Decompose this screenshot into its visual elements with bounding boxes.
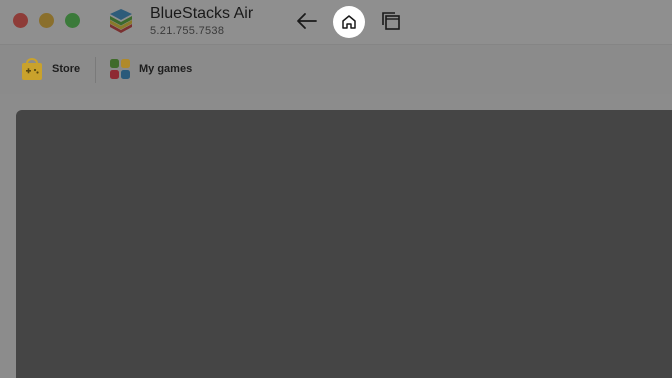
home-button[interactable] xyxy=(333,6,365,38)
my-games-button[interactable]: My games xyxy=(109,56,192,82)
store-label: Store xyxy=(52,63,81,75)
app-grid-icon xyxy=(110,59,130,79)
maximize-window-button[interactable] xyxy=(65,13,80,28)
gamepad-bag-icon xyxy=(22,58,42,80)
app-window: BlueStacks Air 5.21.755.7538 Store My ga… xyxy=(0,0,672,378)
app-title: BlueStacks Air xyxy=(150,5,254,22)
store-button[interactable]: Store xyxy=(20,56,80,82)
multi-window-icon xyxy=(382,12,400,30)
back-button[interactable] xyxy=(294,8,320,34)
title-bar: BlueStacks Air 5.21.755.7538 xyxy=(0,0,672,44)
my-games-label: My games xyxy=(139,63,193,75)
close-window-button[interactable] xyxy=(13,13,28,28)
toolbar: Store My games xyxy=(0,44,672,94)
toolbar-divider xyxy=(95,57,96,83)
multi-instance-button[interactable] xyxy=(379,9,403,33)
app-version: 5.21.755.7538 xyxy=(150,25,225,37)
emulator-screen[interactable] xyxy=(16,110,672,378)
arrow-left-icon xyxy=(297,13,317,29)
minimize-window-button[interactable] xyxy=(39,13,54,28)
home-icon xyxy=(342,15,356,29)
bluestacks-logo-icon xyxy=(107,8,135,36)
